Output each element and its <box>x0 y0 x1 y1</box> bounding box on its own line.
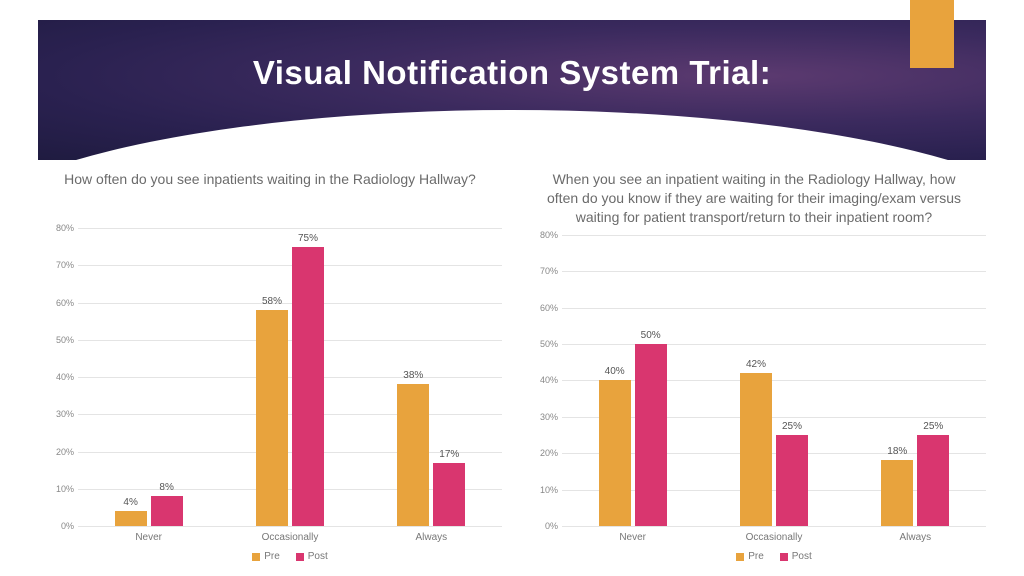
category-label: Occasionally <box>703 526 844 543</box>
y-tick-label: 70% <box>44 260 74 270</box>
legend: Pre Post <box>562 551 986 562</box>
legend-swatch <box>736 553 744 561</box>
legend-label: Post <box>792 551 812 562</box>
y-tick-label: 50% <box>528 339 558 349</box>
y-tick-label: 0% <box>528 521 558 531</box>
bar-group: 42%25%Occasionally <box>703 235 844 526</box>
y-tick-label: 30% <box>44 409 74 419</box>
bar-value-label: 25% <box>923 421 943 432</box>
bar-pre: 40% <box>599 380 631 526</box>
bar-value-label: 42% <box>746 359 766 370</box>
bar-post: 25% <box>917 435 949 526</box>
bar-pre: 58% <box>256 310 288 526</box>
bar-value-label: 75% <box>298 233 318 244</box>
bar-pre: 18% <box>881 460 913 526</box>
bar-value-label: 38% <box>403 370 423 381</box>
bar-value-label: 25% <box>782 421 802 432</box>
plot-area: 0%10%20%30%40%50%60%70%80%40%50%Never42%… <box>562 235 986 566</box>
legend: Pre Post <box>78 551 502 562</box>
bar-post: 8% <box>151 496 183 526</box>
legend-swatch <box>780 553 788 561</box>
bar-value-label: 18% <box>887 446 907 457</box>
y-tick-label: 70% <box>528 266 558 276</box>
legend-label: Post <box>308 551 328 562</box>
bar-value-label: 58% <box>262 296 282 307</box>
y-tick-label: 10% <box>44 484 74 494</box>
bar-group: 38%17%Always <box>361 228 502 526</box>
chart-left: How often do you see inpatients waiting … <box>38 170 502 566</box>
y-tick-label: 80% <box>44 223 74 233</box>
chart-right: When you see an inpatient waiting in the… <box>522 170 986 566</box>
bar-value-label: 50% <box>641 330 661 341</box>
legend-swatch <box>296 553 304 561</box>
bar-group: 58%75%Occasionally <box>219 228 360 526</box>
bar-post: 50% <box>635 344 667 526</box>
bar-post: 17% <box>433 463 465 526</box>
bar-group: 40%50%Never <box>562 235 703 526</box>
accent-tab <box>910 0 954 68</box>
category-label: Occasionally <box>219 526 360 543</box>
y-tick-label: 60% <box>528 303 558 313</box>
y-tick-label: 20% <box>44 447 74 457</box>
bar-value-label: 40% <box>605 366 625 377</box>
bar-post: 75% <box>292 247 324 526</box>
legend-label: Pre <box>748 551 764 562</box>
category-label: Never <box>562 526 703 543</box>
legend-item-post: Post <box>780 551 812 562</box>
y-tick-label: 30% <box>528 412 558 422</box>
chart-title: How often do you see inpatients waiting … <box>38 170 502 228</box>
page-title: Visual Notification System Trial: <box>38 54 986 92</box>
y-tick-label: 50% <box>44 335 74 345</box>
bar-pre: 4% <box>115 511 147 526</box>
y-tick-label: 10% <box>528 485 558 495</box>
plot-area: 0%10%20%30%40%50%60%70%80%4%8%Never58%75… <box>78 228 502 566</box>
charts-container: How often do you see inpatients waiting … <box>38 170 986 566</box>
title-banner: Visual Notification System Trial: <box>38 20 986 160</box>
category-label: Never <box>78 526 219 543</box>
category-label: Always <box>845 526 986 543</box>
legend-label: Pre <box>264 551 280 562</box>
bar-pre: 38% <box>397 384 429 526</box>
bar-value-label: 17% <box>439 449 459 460</box>
legend-item-pre: Pre <box>736 551 764 562</box>
y-tick-label: 40% <box>528 375 558 385</box>
y-tick-label: 40% <box>44 372 74 382</box>
bar-post: 25% <box>776 435 808 526</box>
legend-item-post: Post <box>296 551 328 562</box>
y-tick-label: 80% <box>528 230 558 240</box>
y-tick-label: 60% <box>44 298 74 308</box>
bar-group: 18%25%Always <box>845 235 986 526</box>
chart-title: When you see an inpatient waiting in the… <box>522 170 986 235</box>
bar-group: 4%8%Never <box>78 228 219 526</box>
y-tick-label: 20% <box>528 448 558 458</box>
bar-value-label: 8% <box>159 482 173 493</box>
category-label: Always <box>361 526 502 543</box>
legend-swatch <box>252 553 260 561</box>
bar-pre: 42% <box>740 373 772 526</box>
y-tick-label: 0% <box>44 521 74 531</box>
legend-item-pre: Pre <box>252 551 280 562</box>
bar-value-label: 4% <box>123 497 137 508</box>
